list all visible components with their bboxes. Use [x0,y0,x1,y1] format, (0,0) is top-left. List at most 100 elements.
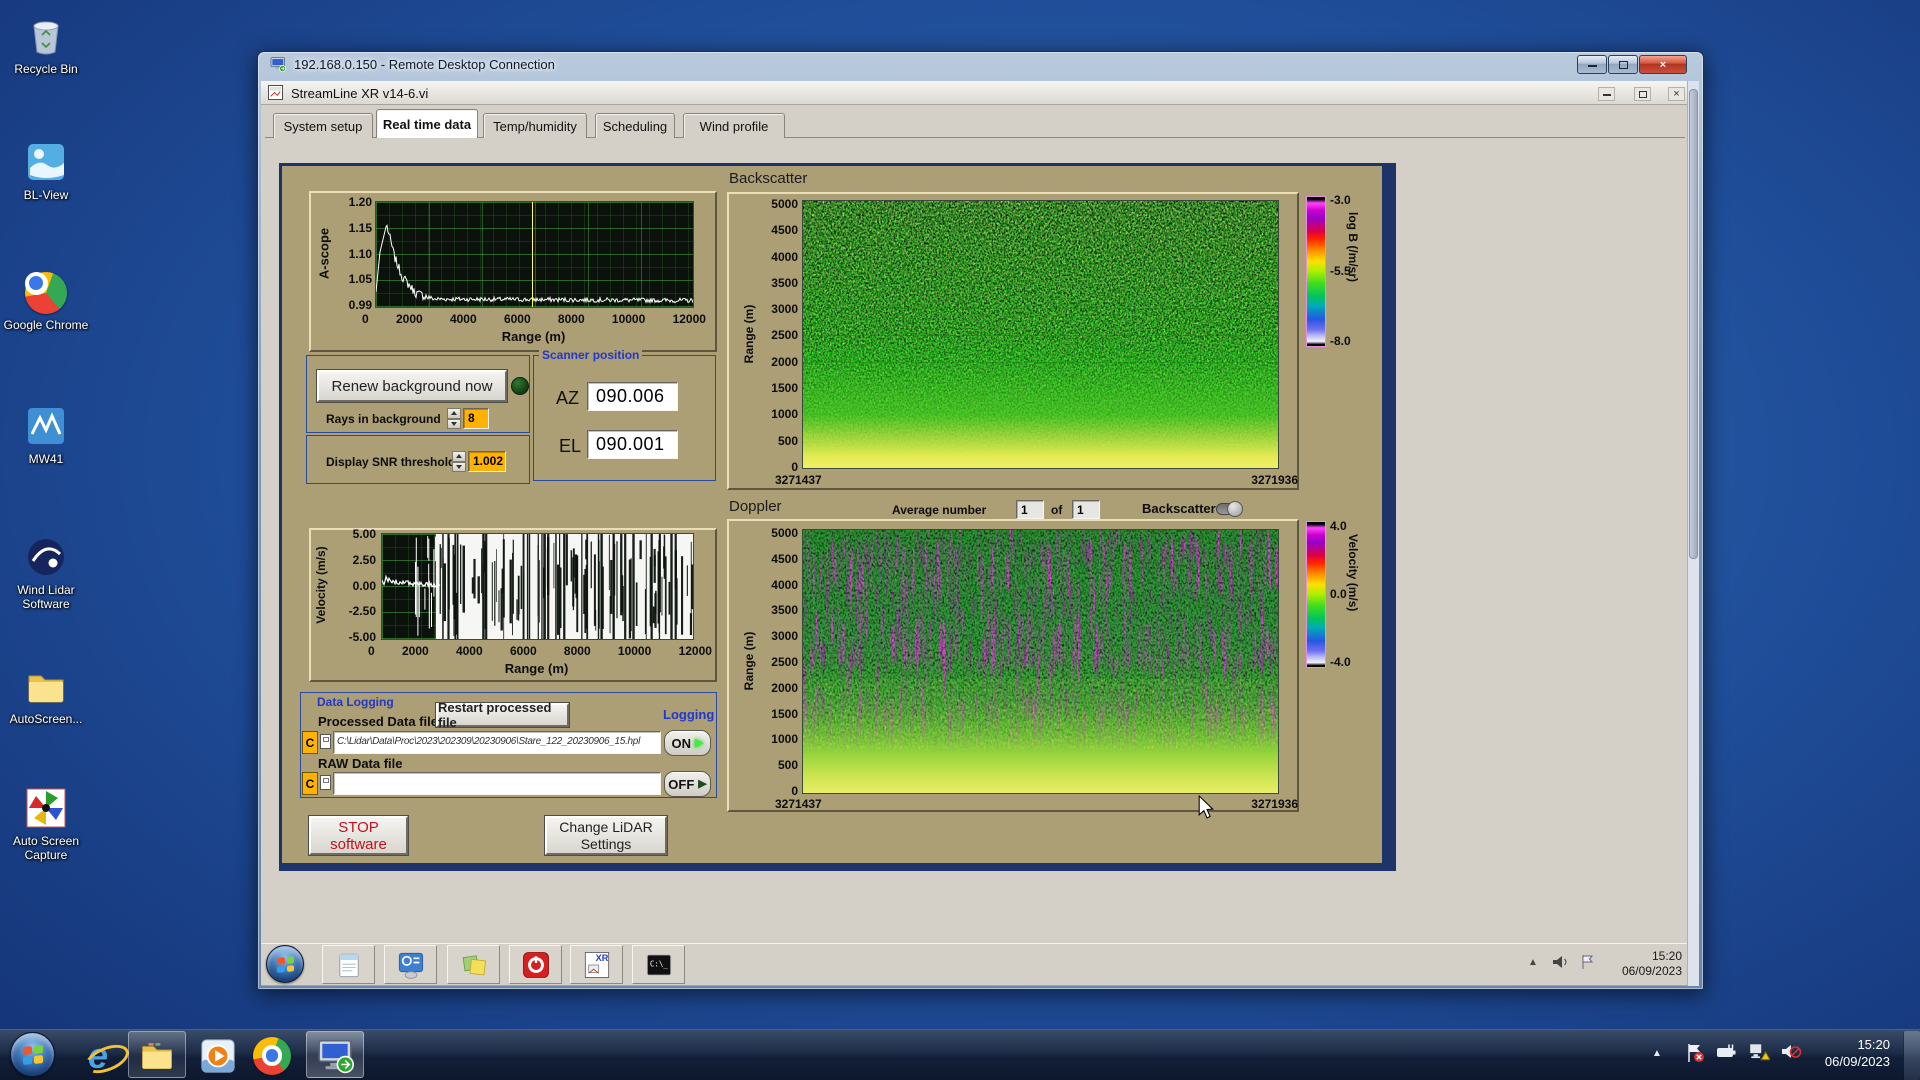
desktop: Recycle Bin BL-View Google Chrome MW41 W… [0,0,1920,1080]
remote-tray-flag-icon[interactable] [1578,952,1598,972]
scrollbar-thumb[interactable] [1689,89,1698,559]
tick-label: 0 [368,644,375,658]
rays-value-field[interactable]: 8 [463,408,489,429]
tab-label: Real time data [383,117,471,132]
remote-tray-expand-icon[interactable]: ▲ [1528,957,1538,968]
button-label: software [330,836,387,853]
stop-software-button[interactable]: STOP software [309,816,408,855]
remote-taskbar-notepad[interactable] [322,945,375,984]
rdp-close-button[interactable]: × [1639,55,1687,74]
remote-tray-volume-icon[interactable] [1550,952,1570,972]
show-desktop-button[interactable] [1903,1031,1920,1080]
app-titlebar[interactable] [261,81,1687,105]
tick-label: 2000 [771,355,798,369]
desktop-icon-recycle-bin[interactable]: Recycle Bin [0,14,92,76]
media-player-icon [199,1037,237,1075]
host-start-button[interactable] [10,1032,55,1077]
toggle-knob [1227,501,1243,517]
host-taskbar-remote-desktop[interactable] [306,1031,364,1078]
backscatter-toggle[interactable] [1216,503,1242,515]
remote-tray-clock[interactable]: 15:20 06/09/2023 [1598,949,1682,979]
button-label: Settings [581,836,632,853]
sticky-notes-icon [459,950,489,980]
host-tray-action-center-icon[interactable] [1684,1042,1706,1064]
desktop-icon-wind-lidar[interactable]: Wind Lidar Software [0,535,92,611]
rays-spinner[interactable] [447,408,461,429]
snr-spinner[interactable] [452,451,466,472]
remote-taskbar-streamline-vi[interactable]: XR [570,945,623,984]
desktop-icon-mw41[interactable]: MW41 [0,404,92,466]
desktop-icon-google-chrome[interactable]: Google Chrome [0,272,92,332]
host-tray-volume-muted-icon[interactable] [1780,1042,1802,1062]
tab-temp-humidity[interactable]: Temp/humidity [483,113,587,138]
host-tray-battery-icon[interactable] [1716,1042,1740,1062]
rays-in-background-label: Rays in background [326,412,441,426]
button-label: Restart processed file [438,700,567,730]
average-number-field[interactable]: 1 [1016,500,1044,519]
tab-wind-profile[interactable]: Wind profile [683,113,785,138]
app-close-button[interactable]: × [1668,87,1685,101]
rdp-minimize-button[interactable] [1577,55,1607,74]
led-on-icon: ▶ [695,738,703,749]
rdp-maximize-button[interactable] [1608,55,1638,74]
tick-label: 4000 [771,250,798,264]
ascope-cursor-line[interactable] [532,202,533,307]
remote-taskbar-power-app[interactable] [509,945,562,984]
processed-browse-icon[interactable] [320,734,331,749]
remote-taskbar-command-prompt[interactable]: C:\_ [632,945,685,984]
tab-real-time-data[interactable]: Real time data [376,109,478,138]
host-tray-network-icon[interactable] [1748,1042,1770,1062]
minimize-icon [1588,62,1597,67]
renew-background-button[interactable]: Renew background now [317,370,507,402]
raw-path-field[interactable] [333,772,661,795]
host-tray-expand-icon[interactable]: ▲ [1652,1048,1662,1059]
ascope-y-axis-label: A-scope [317,219,332,289]
remote-vertical-scrollbar[interactable] [1687,81,1699,986]
processed-logging-on-button[interactable]: ON▶ [664,730,711,756]
power-icon [521,950,551,980]
tick-label: 10000 [618,644,651,658]
desktop-icon-bl-view[interactable]: BL-View [0,140,92,202]
rdp-titlebar[interactable]: 192.168.0.150 - Remote Desktop Connectio… [270,57,555,72]
snr-value-field[interactable]: 1.002 [468,451,506,472]
desktop-icon-label: MW41 [0,452,92,466]
host-tray-clock[interactable]: 15:20 06/09/2023 [1806,1036,1890,1070]
processed-path-field[interactable]: C:\Lidar\Data\Proc\2023\202309\20230906\… [333,731,661,754]
desktop-icon-auto-screen-capture[interactable]: Auto Screen Capture [0,786,92,862]
raw-drive-selector[interactable]: C [302,772,318,795]
host-taskbar-chrome[interactable] [250,1036,294,1075]
doppler-y-axis-label: Range (m) [742,624,756,698]
restart-processed-file-button[interactable]: Restart processed file [436,703,569,727]
remote-start-button[interactable] [266,945,304,983]
tab-system-setup[interactable]: System setup [273,113,373,138]
tick-label: 6000 [510,644,537,658]
app-minimize-button[interactable] [1598,87,1615,101]
tick-label: 3500 [771,276,798,290]
remote-taskbar-control-panel[interactable] [384,945,437,984]
processed-drive-selector[interactable]: C [302,731,318,754]
desktop-icon-autoscreen-folder[interactable]: AutoScreen... [0,664,92,726]
remote-taskbar-sticky-notes[interactable] [447,945,500,984]
tick-label: -3.0 [1330,193,1351,207]
tick-label: 8000 [564,644,591,658]
control-panel-icon [396,950,426,980]
doppler-y-ticks: 5000450040003500300025002000150010005000 [758,526,798,798]
recycle-bin-icon [24,14,68,58]
host-taskbar-media-player[interactable] [196,1036,240,1075]
velocity-x-axis-label: Range (m) [381,661,692,676]
desktop-icon-label: AutoScreen... [0,712,92,726]
change-lidar-settings-button[interactable]: Change LiDAR Settings [545,816,667,855]
button-label: ON [672,736,692,751]
labview-xr-icon: XR [582,950,612,980]
restore-icon [1639,91,1647,98]
windows-logo-icon [277,956,294,972]
backscatter-colorbar [1306,196,1326,347]
pinwheel-icon [24,786,68,830]
host-taskbar-explorer[interactable] [128,1031,186,1078]
maximize-icon [1619,61,1628,69]
raw-browse-icon[interactable] [320,775,331,790]
raw-logging-off-button[interactable]: OFF▶ [664,771,711,797]
app-restore-button[interactable] [1634,87,1651,101]
tab-scheduling[interactable]: Scheduling [595,113,675,138]
host-taskbar-internet-explorer[interactable]: e [76,1036,120,1075]
